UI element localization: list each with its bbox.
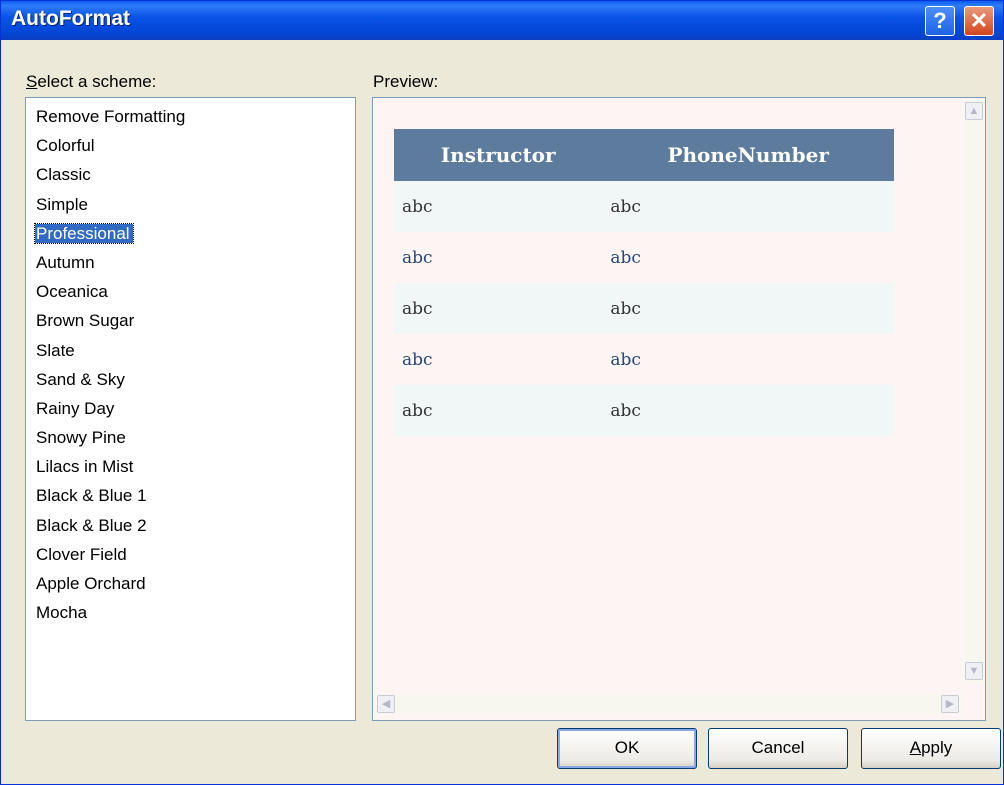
scheme-item-label: Slate bbox=[36, 340, 75, 360]
preview-table: Instructor PhoneNumber abc abc abc abc abc ab… bbox=[394, 129, 894, 436]
scheme-item[interactable]: Black & Blue 1 bbox=[35, 481, 355, 510]
scheme-item-label: Simple bbox=[36, 194, 88, 214]
scroll-right-icon[interactable]: ▶ bbox=[941, 695, 959, 713]
scroll-up-icon[interactable]: ▲ bbox=[965, 102, 983, 120]
preview-cell: abc bbox=[394, 283, 603, 334]
ok-button[interactable]: OK bbox=[557, 728, 697, 769]
preview-header-row: Instructor PhoneNumber bbox=[394, 129, 894, 181]
preview-cell: abc bbox=[394, 385, 603, 436]
scheme-list[interactable]: Remove Formatting Colorful Classic Simple Pr… bbox=[25, 97, 356, 721]
preview-cell: abc bbox=[394, 181, 603, 232]
preview-cell: abc bbox=[602, 283, 894, 334]
scheme-item-label: Colorful bbox=[36, 136, 95, 156]
scheme-item-label: Clover Field bbox=[36, 544, 127, 564]
scheme-item[interactable]: Remove Formatting bbox=[35, 102, 355, 131]
scheme-item[interactable]: Simple bbox=[35, 190, 355, 219]
scheme-item[interactable]: Snowy Pine bbox=[35, 423, 355, 452]
scheme-list-label: Select a scheme: bbox=[26, 72, 157, 91]
preview-cell: abc bbox=[602, 181, 894, 232]
scheme-item[interactable]: Mocha bbox=[35, 598, 355, 627]
preview-cell: abc bbox=[602, 334, 894, 385]
scheme-item-label: Sand & Sky bbox=[36, 369, 125, 389]
scheme-item[interactable]: Professional bbox=[34, 219, 355, 248]
preview-row: abc abc bbox=[394, 232, 894, 283]
apply-button[interactable]: Apply bbox=[861, 728, 1001, 769]
preview-row: abc abc bbox=[394, 181, 894, 232]
preview-pane: Instructor PhoneNumber abc abc abc abc abc ab… bbox=[372, 97, 986, 721]
scheme-item-label: Professional bbox=[34, 222, 134, 244]
scheme-item-label: Apple Orchard bbox=[36, 574, 146, 593]
window-title: AutoFormat bbox=[11, 7, 130, 30]
scheme-item-label: Mocha bbox=[36, 603, 88, 623]
scheme-item[interactable]: Apple Orchard bbox=[35, 569, 355, 598]
scheme-item-label: Classic bbox=[36, 165, 91, 185]
scheme-item[interactable]: Oceanica bbox=[35, 277, 355, 306]
cancel-button[interactable]: Cancel bbox=[708, 728, 848, 769]
autoformat-dialog: AutoFormat ? ✕ Select a scheme: Preview:… bbox=[0, 0, 1004, 785]
scheme-item[interactable]: Black & Blue 2 bbox=[35, 511, 355, 540]
preview-row: abc abc bbox=[394, 334, 894, 385]
title-bar: AutoFormat ? ✕ bbox=[1, 1, 1003, 40]
help-icon[interactable]: ? bbox=[925, 6, 955, 36]
scheme-item[interactable]: Colorful bbox=[35, 131, 355, 160]
scheme-item-label: Remove Formatting bbox=[36, 107, 186, 126]
scroll-down-icon[interactable]: ▼ bbox=[965, 662, 983, 680]
scheme-item[interactable]: Sand & Sky bbox=[35, 365, 355, 394]
scroll-left-icon[interactable]: ◀ bbox=[377, 695, 395, 713]
scheme-item[interactable]: Lilacs in Mist bbox=[35, 452, 355, 481]
scheme-item-label: Black & Blue 1 bbox=[36, 486, 147, 506]
column-header: Instructor bbox=[394, 129, 603, 181]
scheme-item[interactable]: Autumn bbox=[35, 248, 355, 277]
scheme-item-label: Rainy Day bbox=[36, 398, 115, 418]
close-icon[interactable]: ✕ bbox=[964, 6, 994, 36]
preview-row: abc abc bbox=[394, 283, 894, 334]
scheme-item[interactable]: Classic bbox=[35, 160, 355, 189]
scheme-item[interactable]: Slate bbox=[35, 336, 355, 365]
scheme-item-label: Autumn bbox=[36, 252, 95, 272]
scheme-item-label: Oceanica bbox=[36, 282, 108, 302]
preview-cell: abc bbox=[602, 385, 894, 436]
scheme-item[interactable]: Brown Sugar bbox=[35, 306, 355, 335]
preview-label: Preview: bbox=[373, 72, 439, 91]
column-header: PhoneNumber bbox=[602, 129, 894, 181]
scheme-item-label: Snowy Pine bbox=[36, 428, 126, 448]
preview-cell: abc bbox=[394, 334, 603, 385]
scheme-item-label: Black & Blue 2 bbox=[36, 515, 147, 535]
scheme-item-label: Brown Sugar bbox=[36, 311, 135, 331]
horizontal-scrollbar[interactable]: ◀ ▶ bbox=[375, 694, 963, 714]
preview-cell: abc bbox=[394, 232, 603, 283]
preview-cell: abc bbox=[602, 232, 894, 283]
preview-row: abc abc bbox=[394, 385, 894, 436]
scheme-item[interactable]: Clover Field bbox=[35, 540, 355, 569]
scheme-item[interactable]: Rainy Day bbox=[35, 394, 355, 423]
vertical-scrollbar[interactable]: ▲ ▼ bbox=[964, 100, 984, 682]
scheme-item-label: Lilacs in Mist bbox=[36, 457, 134, 477]
